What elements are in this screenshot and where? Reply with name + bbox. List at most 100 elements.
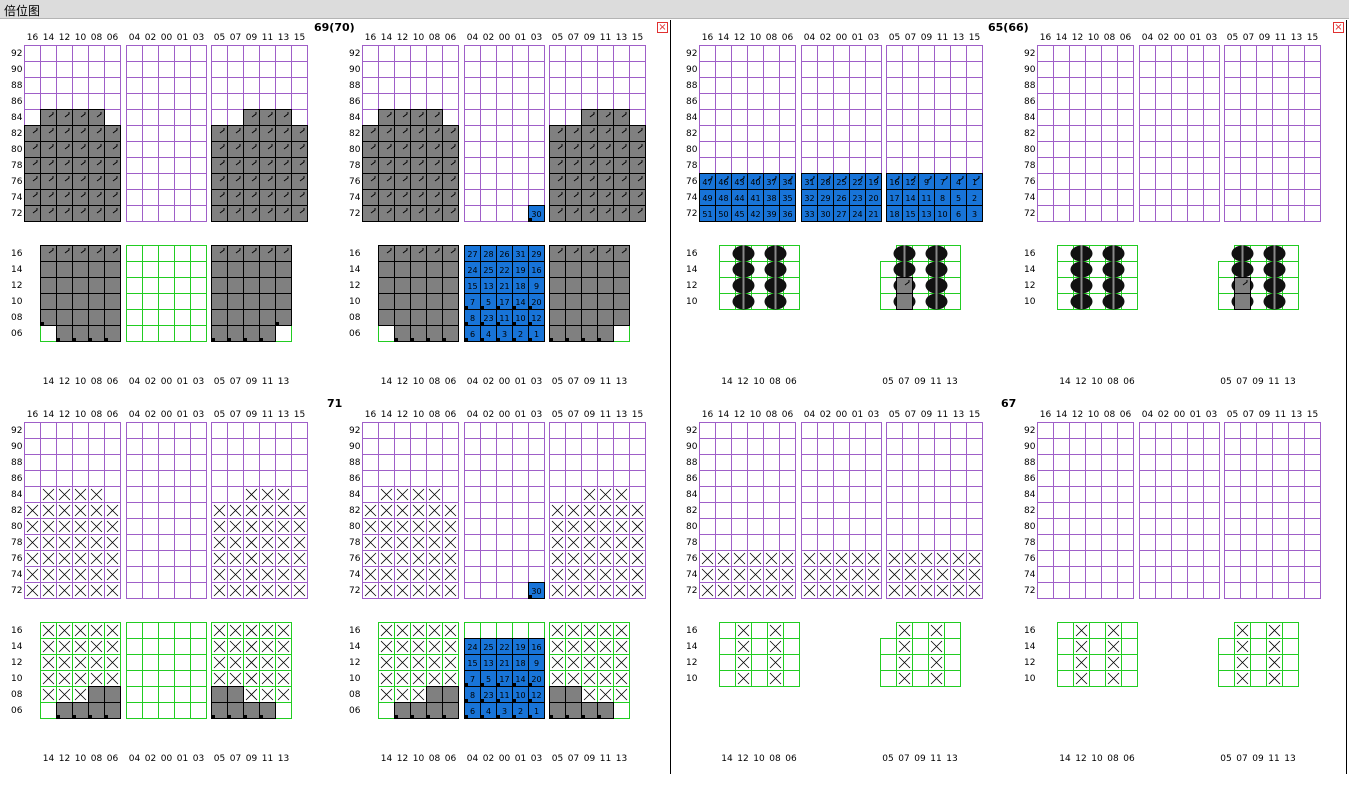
row-label: 10 — [75, 410, 87, 420]
hold-slot — [126, 654, 143, 671]
hold-row-label: 14 — [1059, 754, 1071, 764]
row-label: 03 — [1206, 33, 1217, 43]
container-foot — [395, 338, 398, 341]
deck-slot — [902, 502, 919, 519]
deck-slot — [747, 109, 764, 126]
deck-slot — [1256, 550, 1273, 567]
deck-slot — [1069, 422, 1086, 439]
slot-number: 6 — [956, 210, 961, 219]
hold-row-label: 12 — [59, 754, 70, 764]
deck-slot — [1117, 141, 1134, 158]
tier-label: 90 — [1024, 442, 1036, 452]
deck-slot — [158, 422, 175, 439]
deck-slot — [549, 470, 566, 487]
container-slot — [275, 277, 292, 294]
tier-label: 80 — [349, 145, 361, 155]
deck-slot — [442, 422, 459, 439]
hold-row-label: 12 — [1075, 377, 1086, 387]
deck-slot — [1240, 77, 1257, 94]
hold-slot — [190, 325, 207, 342]
container-slot — [549, 173, 566, 190]
tier-label: 86 — [349, 474, 361, 484]
slot-number: 12 — [531, 691, 541, 700]
hold-slot — [142, 261, 159, 278]
container-slot — [394, 125, 411, 142]
container-slot — [362, 125, 379, 142]
deck-slot — [1117, 61, 1134, 78]
row-label: 12 — [59, 33, 70, 43]
deck-slot — [1256, 486, 1273, 503]
container-foot — [105, 715, 108, 718]
deck-slot — [966, 157, 983, 174]
deck-slot — [1139, 157, 1156, 174]
row-label: 11 — [600, 33, 611, 43]
deck-slot — [56, 438, 73, 455]
container-foot — [481, 715, 484, 718]
row-label: 13 — [1291, 33, 1302, 43]
container-slot — [378, 173, 395, 190]
tier-label: 88 — [349, 458, 361, 468]
deck-slot — [1272, 486, 1289, 503]
deck-slot — [1272, 502, 1289, 519]
deck-slot — [950, 518, 967, 535]
deck-slot — [1155, 61, 1172, 78]
deck-slot — [731, 486, 748, 503]
deck-slot — [512, 518, 529, 535]
hold-row-label: 11 — [930, 377, 941, 387]
container-slot — [56, 125, 73, 142]
hold-row-label: 09 — [914, 754, 926, 764]
deck-slot — [699, 438, 716, 455]
container-slot — [227, 189, 244, 206]
deck-slot — [259, 438, 276, 455]
deck-slot — [24, 109, 41, 126]
container-slot — [24, 189, 41, 206]
container-slot — [549, 309, 566, 326]
row-label: 05 — [552, 33, 563, 43]
deck-slot — [410, 93, 427, 110]
container-slot — [56, 109, 73, 126]
row-label: 10 — [750, 33, 762, 43]
deck-slot — [699, 518, 716, 535]
deck-slot — [613, 61, 630, 78]
hold-row-label: 03 — [193, 377, 204, 387]
slot-number: 36 — [782, 210, 792, 219]
deck-slot — [549, 45, 566, 62]
deck-slot — [1240, 470, 1257, 487]
deck-slot — [1117, 205, 1134, 222]
deck-slot — [549, 61, 566, 78]
tier-label: 90 — [349, 442, 361, 452]
container-slot — [88, 686, 105, 703]
deck-slot — [1139, 550, 1156, 567]
deck-slot — [528, 550, 545, 567]
deck-slot — [1053, 45, 1070, 62]
deck-slot — [480, 550, 497, 567]
deck-slot — [817, 486, 834, 503]
deck-slot — [1203, 566, 1220, 583]
deck-slot — [1069, 518, 1086, 535]
hold-slot — [1282, 670, 1299, 687]
deck-slot — [902, 422, 919, 439]
container-foot — [497, 322, 500, 325]
hold-slot — [1057, 622, 1074, 639]
container-slot — [259, 125, 276, 142]
row-label: 14 — [381, 33, 393, 43]
container-slot — [549, 157, 566, 174]
deck-slot — [1037, 141, 1054, 158]
container-slot — [597, 157, 614, 174]
deck-slot — [629, 486, 646, 503]
container-slot — [40, 109, 57, 126]
container-slot — [88, 245, 105, 262]
hold-slot — [783, 670, 800, 687]
container-slot — [565, 189, 582, 206]
deck-slot — [849, 141, 866, 158]
deck-slot — [1256, 438, 1273, 455]
tier-label: 84 — [11, 113, 23, 123]
hold-slot — [158, 622, 175, 639]
hold-slot — [158, 277, 175, 294]
deck-slot — [512, 205, 529, 222]
row-label: 01 — [515, 410, 526, 420]
deck-slot — [763, 534, 780, 551]
deck-slot — [1085, 141, 1102, 158]
row-label: 11 — [262, 410, 273, 420]
tier-label: 80 — [1024, 145, 1036, 155]
